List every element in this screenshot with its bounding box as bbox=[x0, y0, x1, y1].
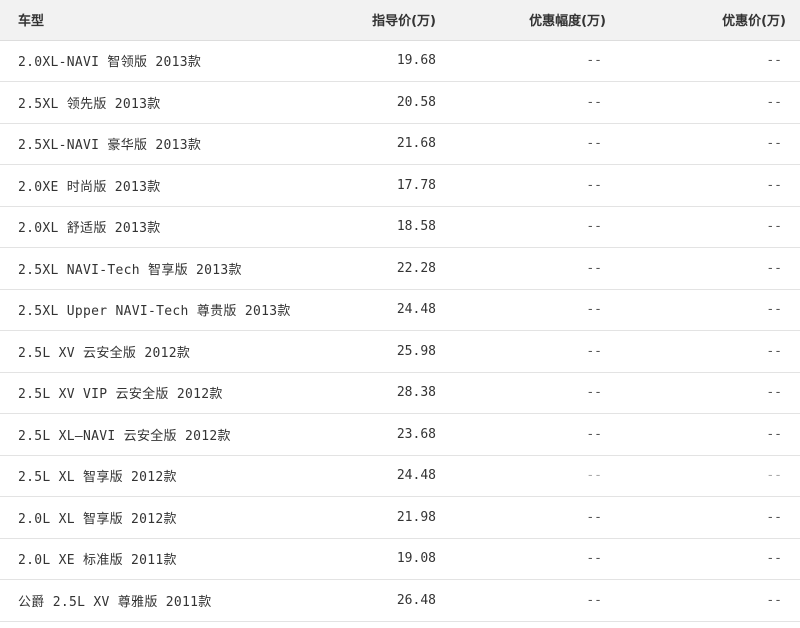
table-row: 2.0XE 时尚版 2013款 17.78 -- -- bbox=[0, 164, 800, 207]
discount-value: -- bbox=[450, 372, 620, 414]
discount-value: -- bbox=[450, 123, 620, 165]
discount-value: -- bbox=[450, 496, 620, 539]
final-price-value: -- bbox=[620, 206, 800, 248]
discount-value: -- bbox=[450, 413, 620, 456]
table-row: 2.5XL-NAVI 豪华版 2013款 21.68 -- -- bbox=[0, 123, 800, 165]
final-price-value: -- bbox=[620, 40, 800, 82]
final-price-value: -- bbox=[620, 289, 800, 331]
msrp-value: 21.68 bbox=[320, 123, 450, 165]
model-name[interactable]: 2.0XL-NAVI 智领版 2013款 bbox=[0, 40, 320, 82]
header-row: 车型 指导价(万) 优惠幅度(万) 优惠价(万) bbox=[0, 0, 800, 41]
discount-value: -- bbox=[450, 330, 620, 373]
table-row: 公爵 2.5L XV 尊雅版 2011款 26.48 -- -- bbox=[0, 579, 800, 622]
table-row: 2.5L XV 云安全版 2012款 25.98 -- -- bbox=[0, 330, 800, 373]
table-body: 2.0XL-NAVI 智领版 2013款 19.68 -- -- 2.5XL 领… bbox=[0, 40, 800, 622]
model-name[interactable]: 2.0L XL 智享版 2012款 bbox=[0, 496, 320, 539]
model-name[interactable]: 公爵 2.5L XV 尊雅版 2011款 bbox=[0, 579, 320, 622]
discount-value: -- bbox=[450, 164, 620, 207]
msrp-value: 28.38 bbox=[320, 372, 450, 414]
model-name[interactable]: 2.5XL-NAVI 豪华版 2013款 bbox=[0, 123, 320, 165]
header-msrp[interactable]: 指导价(万) bbox=[320, 0, 450, 41]
model-name[interactable]: 2.5L XL—NAVI 云安全版 2012款 bbox=[0, 413, 320, 456]
header-model[interactable]: 车型 bbox=[0, 0, 320, 41]
msrp-value: 23.68 bbox=[320, 413, 450, 456]
msrp-value: 24.48 bbox=[320, 455, 450, 497]
table-header: 车型 指导价(万) 优惠幅度(万) 优惠价(万) bbox=[0, 0, 800, 41]
final-price-value: -- bbox=[620, 372, 800, 414]
model-name[interactable]: 2.5L XV VIP 云安全版 2012款 bbox=[0, 372, 320, 414]
model-name[interactable]: 2.5XL 领先版 2013款 bbox=[0, 81, 320, 124]
model-name[interactable]: 2.0XL 舒适版 2013款 bbox=[0, 206, 320, 248]
msrp-value: 19.68 bbox=[320, 40, 450, 82]
final-price-value: -- bbox=[620, 538, 800, 580]
model-name[interactable]: 2.5L XL 智享版 2012款 bbox=[0, 455, 320, 497]
model-name[interactable]: 2.5XL NAVI-Tech 智享版 2013款 bbox=[0, 247, 320, 290]
discount-value: -- bbox=[450, 579, 620, 622]
discount-value: -- bbox=[450, 247, 620, 290]
table-row: 2.0L XE 标准版 2011款 19.08 -- -- bbox=[0, 538, 800, 580]
model-name[interactable]: 2.0XE 时尚版 2013款 bbox=[0, 164, 320, 207]
table-row: 2.5XL Upper NAVI-Tech 尊贵版 2013款 24.48 --… bbox=[0, 289, 800, 331]
discount-value: -- bbox=[450, 206, 620, 248]
final-price-value: -- bbox=[620, 164, 800, 207]
table-row: 2.5L XL 智享版 2012款 24.48 -- -- bbox=[0, 455, 800, 497]
header-discount[interactable]: 优惠幅度(万) bbox=[450, 0, 620, 41]
final-price-value: -- bbox=[620, 496, 800, 539]
msrp-value: 24.48 bbox=[320, 289, 450, 331]
model-name[interactable]: 2.5XL Upper NAVI-Tech 尊贵版 2013款 bbox=[0, 289, 320, 331]
table-row: 2.5L XV VIP 云安全版 2012款 28.38 -- -- bbox=[0, 372, 800, 414]
final-price-value: -- bbox=[620, 413, 800, 456]
table-row: 2.0XL-NAVI 智领版 2013款 19.68 -- -- bbox=[0, 40, 800, 82]
final-price-value: -- bbox=[620, 123, 800, 165]
msrp-value: 18.58 bbox=[320, 206, 450, 248]
table-row: 2.0XL 舒适版 2013款 18.58 -- -- bbox=[0, 206, 800, 248]
final-price-value: -- bbox=[620, 330, 800, 373]
table-row: 2.5XL NAVI-Tech 智享版 2013款 22.28 -- -- bbox=[0, 247, 800, 290]
model-name[interactable]: 2.0L XE 标准版 2011款 bbox=[0, 538, 320, 580]
discount-value: -- bbox=[450, 81, 620, 124]
header-final-price[interactable]: 优惠价(万) bbox=[620, 0, 800, 41]
msrp-value: 20.58 bbox=[320, 81, 450, 124]
discount-value: -- bbox=[450, 455, 620, 497]
model-name[interactable]: 2.5L XV 云安全版 2012款 bbox=[0, 330, 320, 373]
table-row: 2.0L XL 智享版 2012款 21.98 -- -- bbox=[0, 496, 800, 539]
msrp-value: 19.08 bbox=[320, 538, 450, 580]
msrp-value: 21.98 bbox=[320, 496, 450, 539]
msrp-value: 22.28 bbox=[320, 247, 450, 290]
discount-value: -- bbox=[450, 538, 620, 580]
final-price-value: -- bbox=[620, 579, 800, 622]
table-row: 2.5L XL—NAVI 云安全版 2012款 23.68 -- -- bbox=[0, 413, 800, 456]
final-price-value: -- bbox=[620, 81, 800, 124]
table-row: 2.5XL 领先版 2013款 20.58 -- -- bbox=[0, 81, 800, 124]
final-price-value: -- bbox=[620, 247, 800, 290]
msrp-value: 17.78 bbox=[320, 164, 450, 207]
msrp-value: 26.48 bbox=[320, 579, 450, 622]
discount-value: -- bbox=[450, 289, 620, 331]
msrp-value: 25.98 bbox=[320, 330, 450, 373]
price-table: 车型 指导价(万) 优惠幅度(万) 优惠价(万) 2.0XL-NAVI 智领版 … bbox=[0, 0, 800, 622]
discount-value: -- bbox=[450, 40, 620, 82]
final-price-value: -- bbox=[620, 455, 800, 497]
